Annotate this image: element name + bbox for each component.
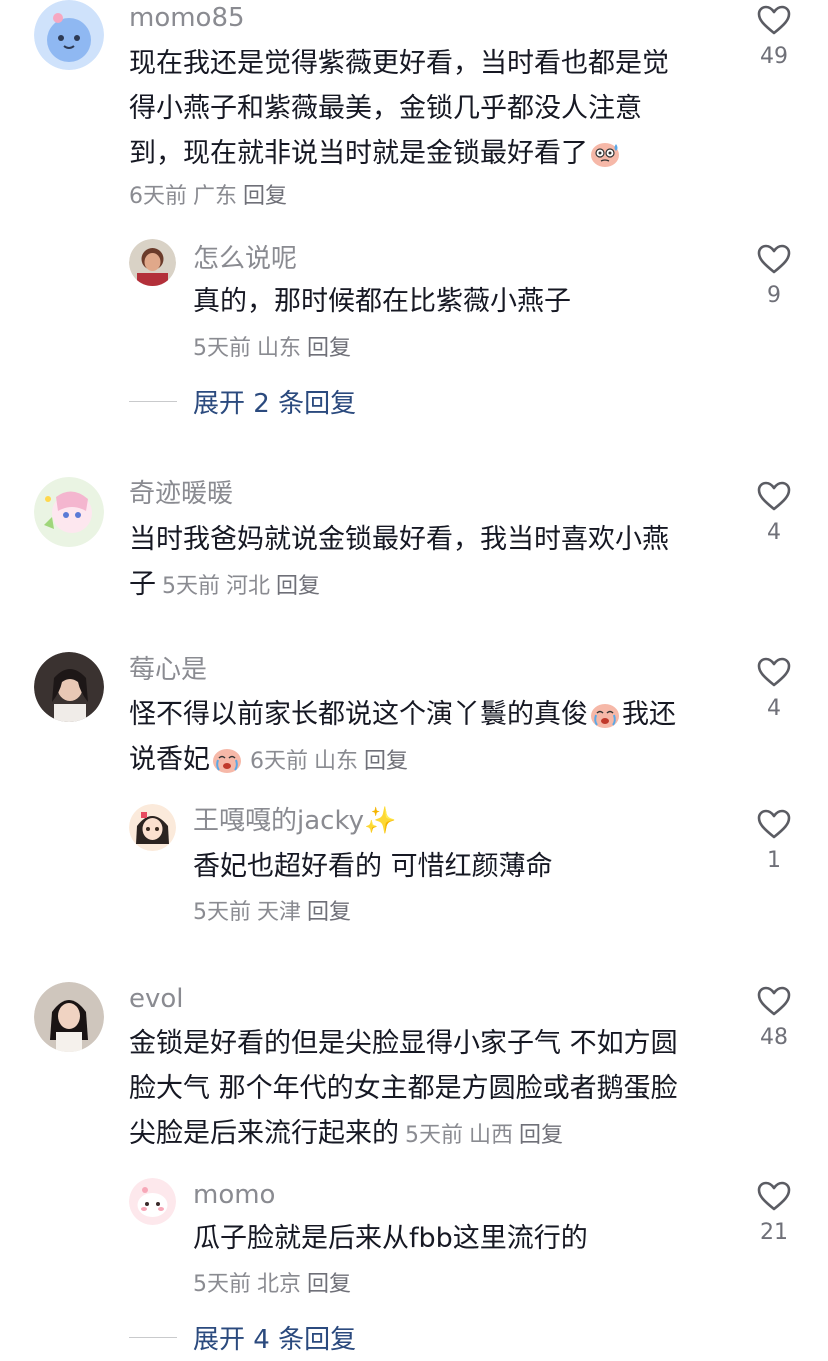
like-count: 21 xyxy=(760,1220,788,1245)
heart-outline-icon xyxy=(757,809,791,839)
comment-text: 当时我爸妈就说金锁最好看，我当时喜欢小燕 子 5天前 河北 回复 xyxy=(129,517,669,609)
comment-text-line: 到，现在就非说当时就是金锁最好看了 xyxy=(129,131,669,176)
reply-meta: 5天前 北京 回复 xyxy=(193,1270,357,1300)
reply-button[interactable]: 回复 xyxy=(364,749,408,774)
like-count: 48 xyxy=(760,1025,788,1050)
expand-replies-button[interactable]: 展开 4 条回复 xyxy=(129,1319,356,1355)
reply-username-text: 王嘎嘎的jacky xyxy=(193,806,364,836)
expand-replies-label: 展开 2 条回复 xyxy=(193,388,357,419)
comment-text-fragment: 尖脸是后来流行起来的 xyxy=(129,1118,399,1149)
reply-meta: 5天前 天津 回复 xyxy=(193,898,357,928)
reply-button[interactable]: 回复 xyxy=(276,574,320,599)
crying-face-emoji-icon xyxy=(588,698,622,728)
reply-text: 真的，那时候都在比紫薇小燕子 xyxy=(193,286,571,317)
sparkle-icon: ✨ xyxy=(363,806,397,836)
reply-button[interactable]: 回复 xyxy=(307,1272,351,1297)
heart-outline-icon xyxy=(757,986,791,1016)
reply-button[interactable]: 回复 xyxy=(243,184,287,209)
heart-outline-icon xyxy=(757,481,791,511)
comment-location: 山西 xyxy=(469,1123,514,1148)
crying-face-emoji-icon xyxy=(210,743,244,773)
avatar[interactable] xyxy=(34,0,104,70)
expand-divider xyxy=(129,1336,177,1338)
like-button[interactable]: 48 xyxy=(754,985,794,1051)
avatar[interactable] xyxy=(129,239,176,286)
comment-text: 现在我还是觉得紫薇更好看，当时看也都是觉 得小燕子和紫薇最美，金锁几乎都没人注意… xyxy=(129,41,669,176)
comment-text-fragment: 我还 xyxy=(622,699,676,730)
heart-outline-icon xyxy=(757,657,791,687)
comment-time: 6天前 xyxy=(129,184,187,209)
reply-time: 5天前 xyxy=(193,336,251,361)
comment-text-line: 说香妃 6天前 山东 回复 xyxy=(129,737,676,784)
comment-text-line: 金锁是好看的但是尖脸显得小家子气 不如方圆 xyxy=(129,1028,678,1059)
avatar[interactable] xyxy=(34,982,104,1052)
comment-text-line: 尖脸是后来流行起来的 5天前 山西 回复 xyxy=(129,1111,678,1158)
comment-location: 山东 xyxy=(314,749,359,774)
comment-meta: 5天前 山西 回复 xyxy=(405,1123,569,1148)
comment-text-line: 当时我爸妈就说金锁最好看，我当时喜欢小燕 xyxy=(129,524,669,555)
comment-text: 金锁是好看的但是尖脸显得小家子气 不如方圆 脸大气 那个年代的女主都是方圆脸或者… xyxy=(129,1021,678,1158)
like-count: 49 xyxy=(760,44,788,69)
comment-text-line: 现在我还是觉得紫薇更好看，当时看也都是觉 xyxy=(129,48,669,79)
reply-location: 天津 xyxy=(257,900,302,925)
reply-button[interactable]: 回复 xyxy=(307,336,351,361)
comment-location: 广东 xyxy=(193,184,238,209)
like-count: 4 xyxy=(767,520,781,545)
comment-username[interactable]: 奇迹暖暖 xyxy=(129,479,233,509)
comment-text-line: 子 5天前 河北 回复 xyxy=(129,562,669,609)
like-count: 1 xyxy=(767,848,781,873)
reply-username[interactable]: 怎么说呢 xyxy=(193,244,297,274)
comment-meta: 5天前 河北 回复 xyxy=(162,574,326,599)
expand-divider xyxy=(129,400,177,402)
like-count: 4 xyxy=(767,696,781,721)
reply-time: 5天前 xyxy=(193,900,251,925)
reply-button[interactable]: 回复 xyxy=(307,900,351,925)
comment-meta: 6天前 山东 回复 xyxy=(250,749,414,774)
like-button[interactable]: 9 xyxy=(754,243,794,309)
like-button[interactable]: 1 xyxy=(754,808,794,874)
like-button[interactable]: 21 xyxy=(754,1180,794,1246)
reply-text: 香妃也超好看的 可惜红颜薄命 xyxy=(193,851,553,882)
heart-outline-icon xyxy=(757,1181,791,1211)
comment-text-fragment: 说香妃 xyxy=(129,744,210,775)
comment-text-line: 脸大气 那个年代的女主都是方圆脸或者鹅蛋脸 xyxy=(129,1073,678,1104)
comment-time: 5天前 xyxy=(162,574,220,599)
reply-location: 山东 xyxy=(257,336,302,361)
reply-location: 北京 xyxy=(257,1272,302,1297)
avatar[interactable] xyxy=(129,1178,176,1225)
like-button[interactable]: 49 xyxy=(754,4,794,70)
heart-outline-icon xyxy=(757,244,791,274)
avatar[interactable] xyxy=(129,804,176,851)
reply-button[interactable]: 回复 xyxy=(519,1123,563,1148)
heart-outline-icon xyxy=(757,5,791,35)
like-button[interactable]: 4 xyxy=(754,480,794,546)
comment-username[interactable]: momo85 xyxy=(129,3,245,33)
comment-location: 河北 xyxy=(226,574,271,599)
expand-replies-label: 展开 4 条回复 xyxy=(193,1324,357,1355)
comment-time: 5天前 xyxy=(405,1123,463,1148)
comment-text-fragment: 到，现在就非说当时就是金锁最好看了 xyxy=(129,138,588,169)
reply-text: 瓜子脸就是后来从fbb这里流行的 xyxy=(193,1223,588,1254)
comment-meta: 6天前 广东 回复 xyxy=(129,182,293,212)
comment-text-fragment: 怪不得以前家长都说这个演丫鬟的真俊 xyxy=(129,699,588,730)
like-count: 9 xyxy=(767,283,781,308)
avatar[interactable] xyxy=(34,652,104,722)
comment-time: 6天前 xyxy=(250,749,308,774)
comment-username[interactable]: 莓心是 xyxy=(129,655,207,685)
comment-text: 怪不得以前家长都说这个演丫鬟的真俊 我还 说香妃 6天前 山东 回复 xyxy=(129,692,676,784)
reply-time: 5天前 xyxy=(193,1272,251,1297)
comment-text-fragment: 子 xyxy=(129,569,156,600)
reply-username[interactable]: 王嘎嘎的jacky✨ xyxy=(193,806,396,836)
like-button[interactable]: 4 xyxy=(754,656,794,722)
comment-username[interactable]: evol xyxy=(129,984,184,1014)
reply-meta: 5天前 山东 回复 xyxy=(193,334,357,364)
sweat-face-emoji-icon xyxy=(588,137,622,167)
comment-text-line: 得小燕子和紫薇最美，金锁几乎都没人注意 xyxy=(129,93,642,124)
reply-username[interactable]: momo xyxy=(193,1180,275,1210)
comment-text-line: 怪不得以前家长都说这个演丫鬟的真俊 我还 xyxy=(129,692,676,737)
avatar[interactable] xyxy=(34,477,104,547)
expand-replies-button[interactable]: 展开 2 条回复 xyxy=(129,383,356,419)
